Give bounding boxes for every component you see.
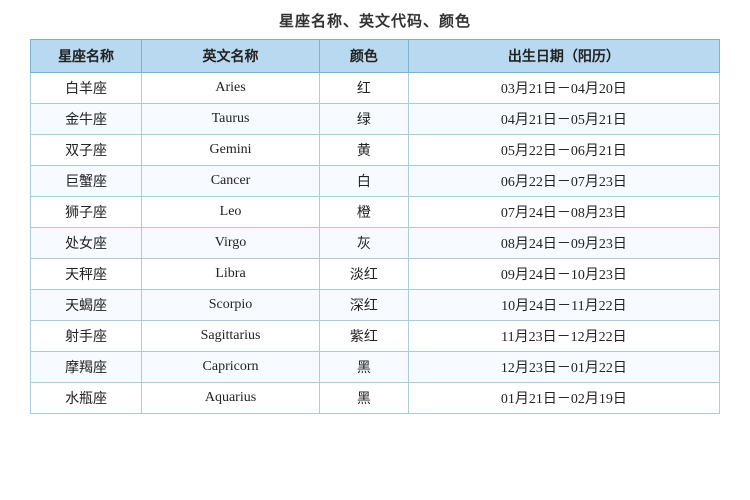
page-wrapper: 星座名称、英文代码、颜色 星座名称 英文名称 颜色 出生日期（阳历） 白羊座Ar… (0, 0, 750, 500)
table-row: 水瓶座Aquarius黑01月21日－02月19日 (31, 383, 720, 414)
header-col1: 星座名称 (31, 40, 142, 73)
cell-chinese: 摩羯座 (31, 352, 142, 383)
cell-chinese: 双子座 (31, 135, 142, 166)
cell-color: 淡红 (319, 259, 408, 290)
cell-english: Aries (142, 73, 320, 104)
cell-english: Virgo (142, 228, 320, 259)
cell-date: 10月24日－11月22日 (408, 290, 719, 321)
cell-date: 03月21日－04月20日 (408, 73, 719, 104)
cell-english: Libra (142, 259, 320, 290)
table-row: 巨蟹座Cancer白06月22日－07月23日 (31, 166, 720, 197)
table-row: 天秤座Libra淡红09月24日－10月23日 (31, 259, 720, 290)
cell-english: Gemini (142, 135, 320, 166)
header-col3: 颜色 (319, 40, 408, 73)
cell-chinese: 狮子座 (31, 197, 142, 228)
table-header-row: 星座名称 英文名称 颜色 出生日期（阳历） (31, 40, 720, 73)
header-col2: 英文名称 (142, 40, 320, 73)
cell-chinese: 水瓶座 (31, 383, 142, 414)
table-row: 射手座Sagittarius紫红11月23日－12月22日 (31, 321, 720, 352)
cell-english: Sagittarius (142, 321, 320, 352)
cell-english: Taurus (142, 104, 320, 135)
cell-chinese: 射手座 (31, 321, 142, 352)
cell-color: 红 (319, 73, 408, 104)
table-row: 狮子座Leo橙07月24日－08月23日 (31, 197, 720, 228)
cell-color: 橙 (319, 197, 408, 228)
cell-date: 11月23日－12月22日 (408, 321, 719, 352)
cell-english: Scorpio (142, 290, 320, 321)
cell-chinese: 白羊座 (31, 73, 142, 104)
page-title: 星座名称、英文代码、颜色 (279, 10, 471, 31)
table-row: 金牛座Taurus绿04月21日－05月21日 (31, 104, 720, 135)
cell-date: 09月24日－10月23日 (408, 259, 719, 290)
cell-color: 绿 (319, 104, 408, 135)
cell-chinese: 金牛座 (31, 104, 142, 135)
cell-english: Cancer (142, 166, 320, 197)
cell-chinese: 巨蟹座 (31, 166, 142, 197)
cell-chinese: 天秤座 (31, 259, 142, 290)
cell-color: 灰 (319, 228, 408, 259)
cell-english: Aquarius (142, 383, 320, 414)
cell-color: 白 (319, 166, 408, 197)
header-col4: 出生日期（阳历） (408, 40, 719, 73)
cell-color: 深红 (319, 290, 408, 321)
table-row: 处女座Virgo灰08月24日－09月23日 (31, 228, 720, 259)
table-row: 双子座Gemini黄05月22日－06月21日 (31, 135, 720, 166)
zodiac-table: 星座名称 英文名称 颜色 出生日期（阳历） 白羊座Aries红03月21日－04… (30, 39, 720, 414)
cell-english: Leo (142, 197, 320, 228)
cell-chinese: 处女座 (31, 228, 142, 259)
table-row: 天蝎座Scorpio深红10月24日－11月22日 (31, 290, 720, 321)
cell-chinese: 天蝎座 (31, 290, 142, 321)
cell-english: Capricorn (142, 352, 320, 383)
cell-color: 黑 (319, 352, 408, 383)
cell-color: 黄 (319, 135, 408, 166)
cell-date: 06月22日－07月23日 (408, 166, 719, 197)
cell-date: 12月23日－01月22日 (408, 352, 719, 383)
cell-date: 04月21日－05月21日 (408, 104, 719, 135)
cell-date: 05月22日－06月21日 (408, 135, 719, 166)
cell-color: 紫红 (319, 321, 408, 352)
cell-date: 07月24日－08月23日 (408, 197, 719, 228)
cell-color: 黑 (319, 383, 408, 414)
table-row: 白羊座Aries红03月21日－04月20日 (31, 73, 720, 104)
cell-date: 01月21日－02月19日 (408, 383, 719, 414)
cell-date: 08月24日－09月23日 (408, 228, 719, 259)
table-row: 摩羯座Capricorn黑12月23日－01月22日 (31, 352, 720, 383)
